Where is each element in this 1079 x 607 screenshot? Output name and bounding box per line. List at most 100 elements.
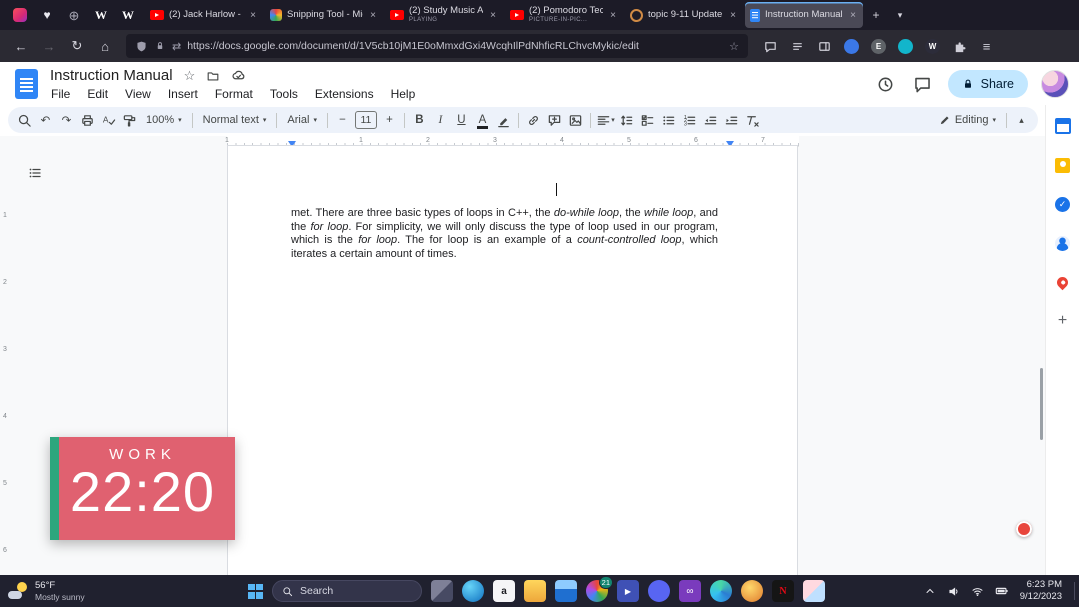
bold-button[interactable]: B [409, 109, 430, 131]
redo-button[interactable]: ↷ [56, 109, 77, 131]
print-button[interactable] [77, 109, 98, 131]
star-document-icon[interactable]: ☆ [184, 68, 196, 84]
google-docs-logo[interactable] [15, 69, 38, 99]
extension-e-icon[interactable]: E [866, 34, 891, 58]
taskbar-clock[interactable]: 6:23 PM 9/12/2023 [1020, 579, 1062, 604]
menu-item-tools[interactable]: Tools [262, 85, 306, 103]
menu-item-help[interactable]: Help [383, 85, 424, 103]
undo-button[interactable]: ↶ [35, 109, 56, 131]
pomodoro-extension-icon[interactable] [1016, 521, 1032, 537]
discord-icon[interactable] [648, 580, 670, 602]
tray-chevron-up-icon[interactable] [922, 583, 938, 599]
add-addon-button[interactable]: + [1054, 312, 1072, 330]
extension-teal-icon[interactable] [893, 34, 918, 58]
paint-app-icon[interactable] [803, 580, 825, 602]
taskbar-search[interactable]: Search [272, 580, 422, 602]
calendar-icon[interactable] [1054, 117, 1072, 135]
bookmark-star-icon[interactable]: ☆ [729, 40, 739, 53]
tab-close-button[interactable]: × [728, 10, 738, 21]
font-select[interactable]: Arial▾ [281, 109, 323, 131]
file-explorer-icon[interactable] [524, 580, 546, 602]
document-page[interactable]: met. There are three basic types of loop… [227, 145, 798, 575]
show-outline-button[interactable] [26, 164, 44, 182]
search-menus-button[interactable] [14, 109, 35, 131]
editing-mode-select[interactable]: Editing ▾ [932, 109, 1002, 131]
highlight-color-button[interactable] [493, 109, 514, 131]
browser-tab[interactable]: (2) Study Music AlphaPLAYING × [385, 2, 503, 28]
numbered-list-button[interactable]: 123 [679, 109, 700, 131]
tab-close-button[interactable]: × [608, 10, 618, 21]
font-size-field[interactable]: 11 [355, 111, 377, 129]
list-all-tabs-button[interactable]: ▾ [888, 3, 912, 27]
task-view-icon[interactable] [431, 580, 453, 602]
mail-app-icon[interactable] [555, 580, 577, 602]
align-button[interactable]: ▾ [595, 109, 616, 131]
keep-icon[interactable] [1054, 156, 1072, 174]
notes-app-icon[interactable]: a [493, 580, 515, 602]
bulleted-list-button[interactable] [658, 109, 679, 131]
underline-button[interactable]: U [451, 109, 472, 131]
spellcheck-button[interactable]: A [98, 109, 119, 131]
version-history-icon[interactable] [874, 72, 898, 96]
tasks-icon[interactable]: ✓ [1054, 195, 1072, 213]
paragraph-style-select[interactable]: Normal text▾ [197, 109, 273, 131]
home-button[interactable]: ⌂ [92, 34, 118, 58]
paint-format-button[interactable] [119, 109, 140, 131]
document-title[interactable]: Instruction Manual [50, 67, 173, 84]
tab-close-button[interactable]: × [248, 10, 258, 21]
menu-item-view[interactable]: View [117, 85, 159, 103]
reader-list-icon[interactable] [785, 34, 810, 58]
menu-item-insert[interactable]: Insert [160, 85, 206, 103]
volume-icon[interactable] [946, 583, 962, 599]
app-icon-orange[interactable] [741, 580, 763, 602]
pinned-tab-globe-icon[interactable]: ⊕ [62, 3, 86, 27]
forward-button[interactable]: → [36, 34, 62, 58]
url-bar[interactable]: ⇄ https://docs.google.com/document/d/1V5… [126, 34, 748, 58]
pinned-tab-heart-icon[interactable]: ♥ [35, 3, 59, 27]
cloud-status-icon[interactable] [231, 68, 246, 83]
collapse-toolbar-button[interactable]: ▴ [1011, 109, 1032, 131]
browser-app-icon[interactable] [462, 580, 484, 602]
menu-item-extensions[interactable]: Extensions [307, 85, 382, 103]
browser-tab[interactable]: topic 9-11 Update × [625, 2, 743, 28]
decrease-font-size-button[interactable]: − [332, 109, 353, 131]
text-color-button[interactable]: A [472, 109, 493, 131]
browser-tab[interactable]: (2) Pomodoro TechniPICTURE-IN-PIC... × [505, 2, 623, 28]
extensions-puzzle-icon[interactable] [947, 34, 972, 58]
menu-item-format[interactable]: Format [207, 85, 261, 103]
zoom-select[interactable]: 100%▾ [140, 109, 188, 131]
move-folder-icon[interactable] [206, 69, 220, 83]
insert-image-button[interactable] [565, 109, 586, 131]
pinned-tab-wikipedia-2-icon[interactable]: W [116, 3, 140, 27]
app-menu-icon[interactable]: ≡ [974, 34, 999, 58]
extension-w-icon[interactable]: W [920, 34, 945, 58]
increase-font-size-button[interactable]: + [379, 109, 400, 131]
tab-close-button[interactable]: × [368, 10, 378, 21]
browser-tab[interactable]: Snipping Tool - Micr × [265, 2, 383, 28]
account-avatar[interactable] [1041, 70, 1069, 98]
visual-studio-icon[interactable]: ∞ [679, 580, 701, 602]
sidebar-toggle-icon[interactable] [812, 34, 837, 58]
pinned-tab-wikipedia-icon[interactable]: W [89, 3, 113, 27]
edge-icon[interactable] [710, 580, 732, 602]
insert-link-button[interactable] [523, 109, 544, 131]
browser-tab-active[interactable]: Instruction Manual - G × [745, 2, 863, 28]
clear-formatting-button[interactable] [742, 109, 763, 131]
netflix-icon[interactable]: N [772, 580, 794, 602]
decrease-indent-button[interactable] [700, 109, 721, 131]
wifi-icon[interactable] [970, 583, 986, 599]
italic-button[interactable]: I [430, 109, 451, 131]
menu-item-edit[interactable]: Edit [79, 85, 116, 103]
swap-icon[interactable]: ⇄ [172, 40, 181, 53]
maps-icon[interactable] [1054, 273, 1072, 291]
tab-close-button[interactable]: × [848, 10, 858, 21]
tab-close-button[interactable]: × [488, 10, 498, 21]
back-button[interactable]: ← [8, 34, 34, 58]
chat-icon[interactable] [758, 34, 783, 58]
start-button[interactable] [248, 584, 263, 599]
comment-history-icon[interactable] [911, 72, 935, 96]
reload-button[interactable]: ↻ [64, 34, 90, 58]
contacts-icon[interactable] [1054, 234, 1072, 252]
menu-item-file[interactable]: File [43, 85, 78, 103]
extension-blue-icon[interactable] [839, 34, 864, 58]
